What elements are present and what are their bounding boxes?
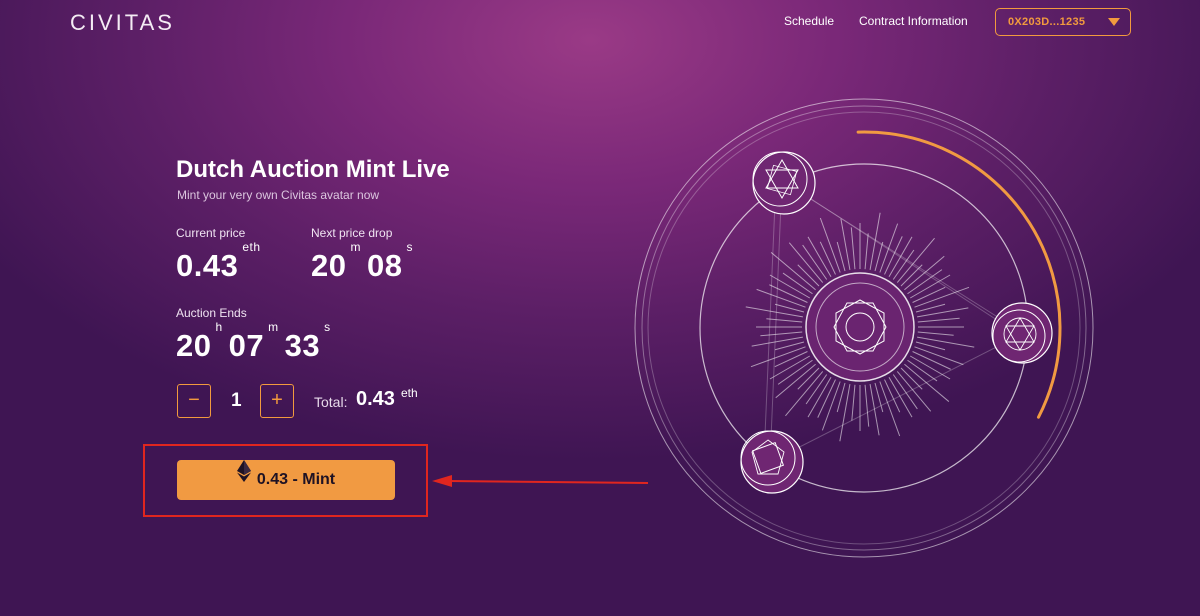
annotation-arrow <box>432 475 649 487</box>
avatar-node-bottom[interactable] <box>740 430 804 494</box>
avatar-node-top[interactable] <box>752 151 816 215</box>
auction-progress-arc <box>856 130 1062 419</box>
avatar-node-right[interactable] <box>991 302 1053 364</box>
avatar-orbit-artwork <box>432 98 1094 558</box>
center-emblem <box>805 272 915 382</box>
